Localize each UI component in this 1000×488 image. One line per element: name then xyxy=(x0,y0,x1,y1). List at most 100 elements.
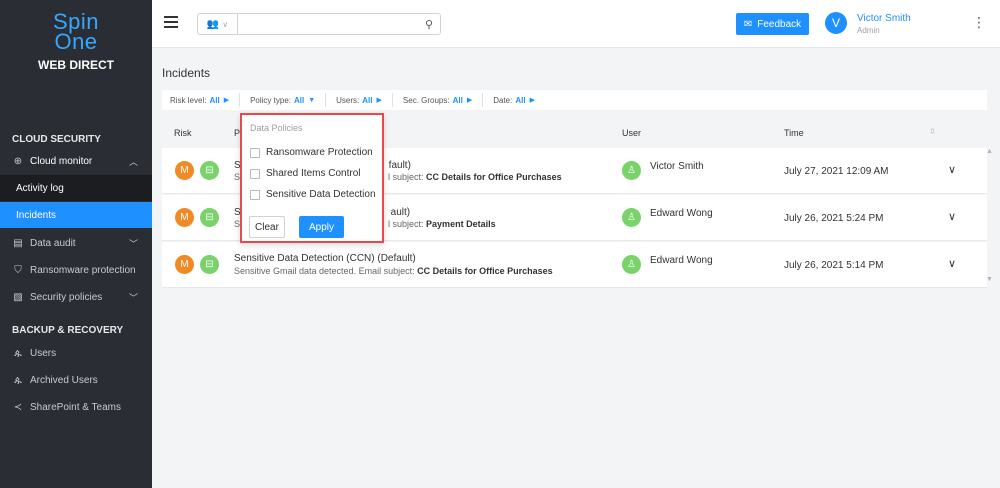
sidebar-item-label: Archived Users xyxy=(30,374,98,386)
logo[interactable]: Spin One WEB DIRECT xyxy=(0,11,152,73)
feedback-button[interactable]: ✉ Feedback xyxy=(736,13,809,35)
risk-badge: M xyxy=(175,208,194,227)
column-header-user[interactable]: User xyxy=(622,128,641,138)
sidebar-item-activity-log[interactable]: Activity log xyxy=(0,175,152,201)
search-icon[interactable]: ⚲ xyxy=(418,14,440,34)
description-text: Sensitive Gmail data detected. Email sub… xyxy=(234,266,418,276)
filter-value: All xyxy=(362,95,373,105)
top-bar: 👥 ∨ ⚲ ✉ Feedback V Victor Smith Admin ⋮ xyxy=(152,0,1000,48)
share-icon: ≺ xyxy=(13,401,23,413)
sidebar-item-incidents[interactable]: Incidents xyxy=(0,202,152,228)
sidebar-item-cloud-monitor[interactable]: ⊕ Cloud monitor ︿ xyxy=(0,148,152,174)
feedback-label: Feedback xyxy=(757,18,802,30)
risk-badge: M xyxy=(175,161,194,180)
filter-value: All xyxy=(515,95,526,105)
policy-name: Sensitive Data Detection (CCN) (Default) xyxy=(234,253,416,264)
filter-value: All xyxy=(209,95,220,105)
chevron-down-icon[interactable]: ∨ xyxy=(948,163,956,176)
email-subject: CC Details for Office Purchases xyxy=(426,172,562,182)
users-icon: 👥 xyxy=(206,18,220,30)
user-cell: Edward Wong xyxy=(650,255,713,266)
checkbox[interactable] xyxy=(250,168,260,179)
time-cell: July 26, 2021 5:24 PM xyxy=(784,213,884,224)
list-icon: ▤ xyxy=(13,237,23,249)
section-backup-recovery: BACKUP & RECOVERY xyxy=(12,325,124,336)
chevron-up-icon: ︿ xyxy=(128,156,138,167)
filter-policy-type[interactable]: Policy type: All ▼ xyxy=(250,93,327,107)
policy-icon: ▧ xyxy=(13,291,23,303)
apply-button[interactable]: Apply xyxy=(299,216,344,238)
sensitive-data-icon: ⊟ xyxy=(200,255,219,274)
sidebar-item-label: SharePoint & Teams xyxy=(30,401,121,413)
sidebar: Spin One WEB DIRECT CLOUD SECURITY ⊕ Clo… xyxy=(0,0,152,488)
globe-icon: ⊕ xyxy=(13,155,23,167)
sidebar-item-sharepoint[interactable]: ≺ SharePoint & Teams xyxy=(0,394,152,420)
search-input[interactable] xyxy=(238,14,418,34)
search-box: 👥 ∨ ⚲ xyxy=(197,13,441,35)
policy-name-end: fault) xyxy=(388,160,411,171)
logo-subtitle: WEB DIRECT xyxy=(38,58,114,72)
email-subject: Payment Details xyxy=(426,219,496,229)
column-header-time[interactable]: Time xyxy=(784,128,804,138)
chevron-down-icon[interactable]: ∨ xyxy=(948,210,956,223)
sensitive-data-icon: ⊟ xyxy=(200,208,219,227)
filter-date[interactable]: Date: All ▶ xyxy=(493,93,545,107)
option-shared-items-control[interactable]: Shared Items Control xyxy=(250,168,361,179)
sidebar-item-label: Cloud monitor xyxy=(30,155,93,167)
time-cell: July 26, 2021 5:14 PM xyxy=(784,260,884,271)
chevron-down-icon[interactable]: ∨ xyxy=(948,257,956,270)
sidebar-item-label: Users xyxy=(30,347,57,359)
caret-right-icon: ▶ xyxy=(376,97,382,104)
menu-icon[interactable] xyxy=(164,16,178,28)
sidebar-item-data-audit[interactable]: ▤ Data audit ﹀ xyxy=(0,230,152,256)
policy-description: Sensitive Gmail data detected. Email sub… xyxy=(234,266,553,276)
filter-risk-level[interactable]: Risk level: All ▶ xyxy=(170,93,241,107)
sidebar-item-label: Ransomware protection xyxy=(30,264,136,276)
user-icon: ♙ xyxy=(622,161,641,180)
user-cell: Victor Smith xyxy=(650,161,704,172)
email-subject: CC Details for Office Purchases xyxy=(417,266,553,276)
caret-right-icon: ▶ xyxy=(223,97,230,104)
filter-label: Users: xyxy=(336,95,360,105)
checkbox[interactable] xyxy=(250,189,260,200)
table-row[interactable]: M ⊟ Sensitive Data Detection (CCN) (Defa… xyxy=(162,242,987,288)
logo-text-one: One xyxy=(54,29,98,54)
description-text: l subject: xyxy=(388,219,427,229)
user-cell: Edward Wong xyxy=(650,208,713,219)
user-name[interactable]: Victor Smith xyxy=(857,13,911,24)
sidebar-item-label: Activity log xyxy=(16,182,64,194)
risk-badge: M xyxy=(175,255,194,274)
sidebar-item-label: Security policies xyxy=(30,291,103,303)
filter-users[interactable]: Users: All ▶ xyxy=(336,93,393,107)
policy-name-end: ault) xyxy=(390,207,411,218)
filter-label: Sec. Groups: xyxy=(402,95,450,105)
filter-label: Date: xyxy=(493,95,513,105)
column-header-risk[interactable]: Risk xyxy=(174,128,192,138)
users-icon: ዹ xyxy=(14,347,22,359)
caret-down-icon: ▼ xyxy=(308,96,316,104)
scroll-down-icon[interactable]: ▼ xyxy=(986,276,993,283)
sidebar-item-security-policies[interactable]: ▧ Security policies ﹀ xyxy=(0,284,152,310)
section-cloud-security: CLOUD SECURITY xyxy=(12,134,101,145)
search-scope-select[interactable]: 👥 ∨ xyxy=(198,14,238,34)
more-vert-icon[interactable]: ⋮ xyxy=(972,14,986,31)
option-sensitive-data-detection[interactable]: Sensitive Data Detection xyxy=(250,189,376,200)
description-text: l subject: xyxy=(388,172,427,182)
checkbox[interactable] xyxy=(250,147,260,158)
archived-users-icon: ዹ xyxy=(14,374,22,386)
user-role: Admin xyxy=(857,26,880,35)
avatar[interactable]: V xyxy=(825,12,847,34)
sidebar-item-ransomware[interactable]: ⛉ Ransomware protection xyxy=(0,257,152,283)
filter-value: All xyxy=(293,95,305,105)
filter-sec-groups[interactable]: Sec. Groups: All ▶ xyxy=(402,93,484,107)
option-ransomware-protection[interactable]: Ransomware Protection xyxy=(250,147,373,158)
scroll-up-icon[interactable]: ▲ xyxy=(986,148,993,155)
sort-icon[interactable]: ⇳ xyxy=(929,127,936,136)
sidebar-item-archived-users[interactable]: ዹ Archived Users xyxy=(0,367,152,393)
clear-button[interactable]: Clear xyxy=(249,216,285,238)
mail-icon: ✉ xyxy=(743,18,753,30)
policy-type-dropdown: Data Policies Ransomware Protection Shar… xyxy=(240,113,384,243)
sidebar-item-users[interactable]: ዹ Users xyxy=(0,340,152,366)
filter-label: Risk level: xyxy=(170,95,207,105)
shield-icon: ⛉ xyxy=(14,264,22,276)
